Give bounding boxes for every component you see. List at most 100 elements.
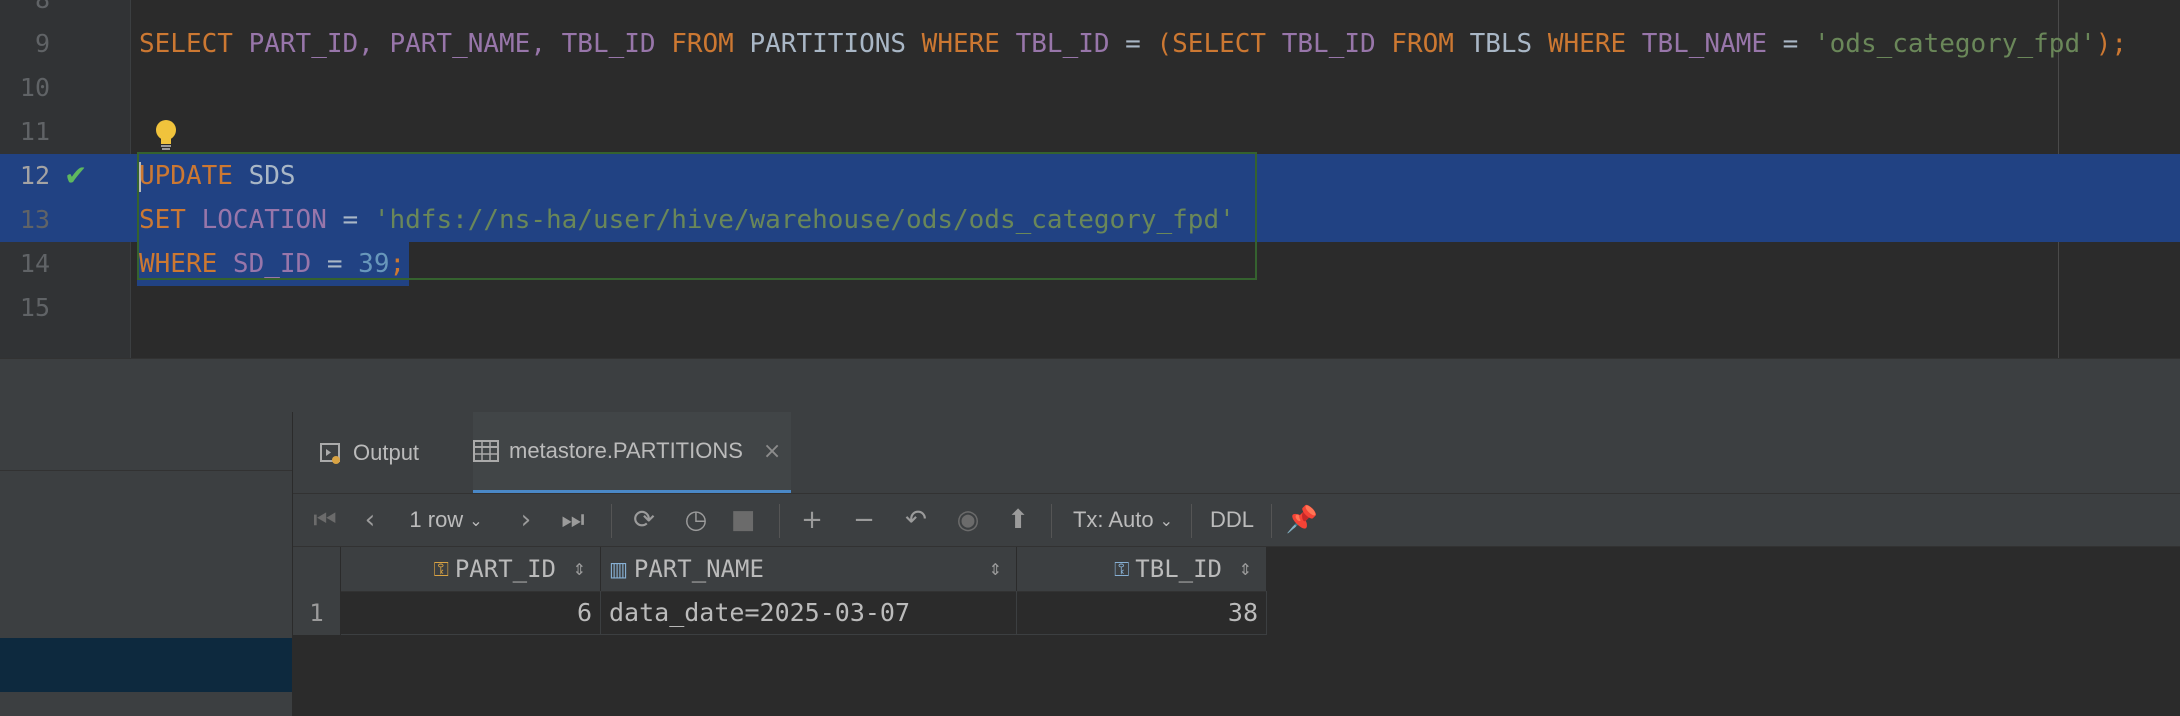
delete-row-icon[interactable]: −	[845, 494, 883, 546]
add-row-icon[interactable]: +	[793, 494, 831, 546]
table-cell[interactable]: 38	[1017, 591, 1267, 635]
keyword: SET	[139, 205, 186, 235]
sql-editor[interactable]: 8 9 SELECT PART_ID, PART_NAME, TBL_ID FR…	[0, 0, 2180, 358]
revert-icon[interactable]: ↶	[897, 494, 935, 546]
column-header-label: TBL_ID	[1135, 555, 1222, 583]
keyword: FROM	[655, 29, 734, 59]
tab-output[interactable]: Output	[319, 412, 419, 493]
code-text[interactable]: WHERE SD_ID = 39;	[139, 242, 405, 286]
line-number: 10	[19, 73, 50, 102]
paren: );	[2095, 29, 2128, 59]
editor-line[interactable]: 15	[0, 286, 2180, 330]
column-header-part-name[interactable]: ▥ PART_NAME ⇕	[601, 547, 1017, 591]
column-name: LOCATION	[185, 205, 327, 235]
paren: (	[1156, 29, 1173, 59]
editor-line[interactable]: 14 WHERE SD_ID = 39;	[0, 242, 2180, 286]
last-page-icon[interactable]: ⏭	[555, 494, 591, 546]
semicolon: ;	[389, 249, 406, 279]
preview-changes-icon[interactable]: ◉	[949, 494, 987, 546]
column-name: TBL_NAME	[1626, 29, 1768, 59]
foreign-key-icon: ⚿	[1114, 557, 1130, 581]
toolbar-separator	[611, 504, 612, 538]
operator: =	[311, 249, 359, 279]
code-text[interactable]: UPDATE SDS	[139, 154, 296, 198]
sort-icon[interactable]: ⇕	[989, 560, 1002, 579]
tab-label: Output	[353, 439, 420, 465]
primary-key-icon: ⚿	[433, 557, 449, 581]
string-literal: 'ods_category_fpd'	[1814, 29, 2096, 59]
editor-line-selected[interactable]: 13 SET LOCATION = 'hdfs://ns-ha/user/hiv…	[0, 198, 2180, 242]
line-number: 12	[19, 161, 50, 190]
results-toolbar: ⏮ ‹ 1 row ⌄ › ⏭ ⟳ ◷ ■ + − ↶ ◉ ⬆ Tx: Auto ⌄…	[293, 493, 2180, 547]
result-grid: ⚿ PART_ID ⇕ ▥ PART_NAME ⇕ ⚿ TBL_ID ⇕ 1 6…	[293, 547, 2180, 716]
line-number: 11	[19, 117, 50, 146]
column-header-tbl-id[interactable]: ⚿ TBL_ID ⇕	[1017, 547, 1267, 591]
editor-line[interactable]: 8	[0, 0, 2180, 22]
output-console-icon	[320, 442, 340, 464]
keyword: WHERE	[906, 29, 1000, 59]
results-panel: Output metastore.PARTITIONS × ⏮ ‹ 1 row ⌄…	[293, 412, 2180, 716]
table-grid-icon	[473, 440, 499, 462]
sort-icon[interactable]: ⇕	[1239, 560, 1252, 579]
next-page-icon[interactable]: ›	[511, 494, 541, 546]
results-tab-bar: Output metastore.PARTITIONS ×	[293, 412, 2180, 493]
editor-line-selected[interactable]: 12 ✔ UPDATE SDS	[0, 154, 2180, 198]
chevron-down-icon: ⌄	[469, 510, 483, 530]
prev-page-icon[interactable]: ‹	[355, 494, 385, 546]
tx-mode-label: Tx: Auto	[1072, 507, 1154, 532]
grid-header-row: ⚿ PART_ID ⇕ ▥ PART_NAME ⇕ ⚿ TBL_ID ⇕	[293, 547, 1267, 592]
tab-metastore-partitions[interactable]: metastore.PARTITIONS ×	[473, 412, 792, 493]
table-cell[interactable]: 6	[341, 591, 601, 635]
code-text[interactable]: SET LOCATION = 'hdfs://ns-ha/user/hive/w…	[139, 198, 1235, 242]
toolbar-separator	[1271, 504, 1272, 538]
operator: =	[1109, 29, 1157, 59]
row-count-label: 1 row	[409, 507, 464, 532]
row-number[interactable]: 1	[293, 591, 341, 635]
column-icon: ▥	[609, 557, 628, 581]
column-name: TBL_ID	[999, 29, 1110, 59]
pin-icon[interactable]: 📌	[1283, 494, 1321, 546]
column-header-label: PART_NAME	[633, 555, 764, 583]
first-page-icon[interactable]: ⏮	[307, 494, 343, 546]
keyword: SELECT	[1172, 29, 1267, 59]
editor-line[interactable]: 9 SELECT PART_ID, PART_NAME, TBL_ID FROM…	[0, 22, 2180, 66]
keyword: SELECT	[139, 29, 233, 59]
number-literal: 39	[358, 249, 390, 279]
sort-icon[interactable]: ⇕	[573, 560, 586, 579]
column-header-label: PART_ID	[454, 555, 556, 583]
toolbar-separator	[1191, 504, 1192, 538]
editor-line[interactable]: 11	[0, 110, 2180, 154]
editor-line[interactable]: 10	[0, 66, 2180, 110]
panel-splitter[interactable]	[0, 358, 2180, 414]
table-name: PARTITIONS	[733, 29, 907, 59]
close-icon[interactable]: ×	[763, 439, 781, 464]
ddl-button[interactable]: DDL	[1203, 494, 1261, 546]
code-text[interactable]: SELECT PART_ID, PART_NAME, TBL_ID FROM P…	[139, 22, 2127, 66]
stop-icon[interactable]: ■	[727, 494, 759, 546]
tab-label: metastore.PARTITIONS	[509, 438, 743, 463]
column-name: TBL_ID	[1266, 29, 1376, 59]
refresh-icon[interactable]: ⟳	[625, 494, 663, 546]
lightbulb-icon[interactable]	[152, 118, 180, 154]
table-name: SDS	[232, 161, 296, 191]
checkmark-icon: ✔	[64, 159, 88, 192]
operator: =	[1767, 29, 1814, 59]
toolbar-separator	[779, 504, 780, 538]
keyword: WHERE	[1532, 29, 1627, 59]
chevron-down-icon: ⌄	[1159, 510, 1174, 530]
row-count-dropdown[interactable]: 1 row ⌄	[401, 494, 491, 546]
column-header-part-id[interactable]: ⚿ PART_ID ⇕	[341, 547, 601, 591]
operator: =	[326, 205, 374, 235]
table-cell[interactable]: data_date=2025-03-07	[601, 591, 1017, 635]
tree-item-selected[interactable]	[0, 638, 292, 692]
history-clock-icon[interactable]: ◷	[677, 494, 715, 546]
divider	[0, 470, 292, 471]
line-number: 8	[0, 0, 50, 22]
tx-mode-dropdown[interactable]: Tx: Auto ⌄	[1069, 494, 1177, 546]
submit-up-arrow-icon[interactable]: ⬆	[999, 494, 1037, 546]
keyword: UPDATE	[139, 161, 233, 191]
services-tree-pane[interactable]	[0, 412, 293, 716]
column-list: PART_ID, PART_NAME, TBL_ID	[232, 29, 656, 59]
row-number-header	[293, 547, 341, 591]
column-name: SD_ID	[217, 249, 312, 279]
